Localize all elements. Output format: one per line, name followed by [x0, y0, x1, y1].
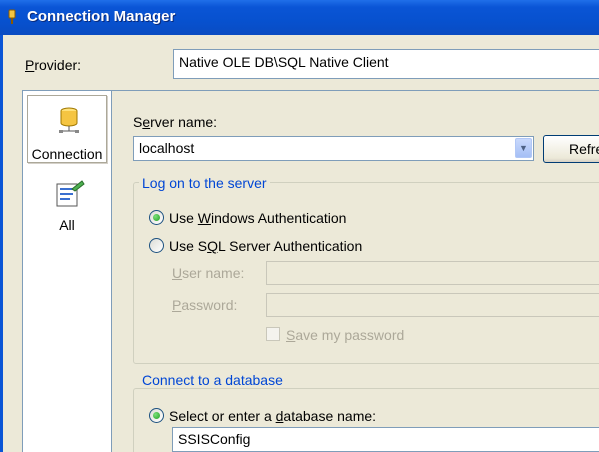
provider-label-rest: rovider: — [34, 57, 82, 73]
sql-auth-radio[interactable] — [149, 238, 164, 253]
logon-group-title: Log on to the server — [139, 175, 270, 191]
database-name-combo[interactable]: SSISConfig — [172, 427, 599, 452]
window-title: Connection Manager — [27, 8, 176, 25]
refresh-button[interactable]: Refre — [543, 135, 599, 163]
username-label: User name: — [172, 265, 245, 281]
sidebar-item-label: Connection — [31, 146, 103, 162]
windows-auth-radio[interactable] — [149, 210, 164, 225]
server-name-value: localhost — [139, 140, 195, 156]
select-database-radio[interactable] — [149, 408, 164, 423]
username-field[interactable] — [266, 261, 599, 285]
password-label: Password: — [172, 297, 238, 313]
connection-manager-icon — [6, 9, 18, 25]
sql-auth-label[interactable]: Use SQL Server Authentication — [169, 238, 362, 254]
database-cylinder-icon — [57, 106, 81, 139]
save-password-label[interactable]: Save my password — [286, 327, 404, 343]
refresh-button-label: Refre — [569, 141, 599, 157]
title-bar[interactable]: Connection Manager — [0, 0, 599, 35]
sidebar-item-all[interactable]: All — [27, 177, 107, 239]
sidebar-item-label: All — [59, 217, 75, 233]
server-name-combo[interactable]: localhost ▼ — [133, 136, 534, 161]
password-field[interactable] — [266, 293, 599, 317]
chevron-down-icon[interactable]: ▼ — [515, 138, 532, 158]
windows-auth-label[interactable]: Use Windows Authentication — [169, 210, 346, 226]
provider-label: Provider: — [25, 57, 82, 73]
provider-field[interactable]: Native OLE DB\SQL Native Client — [173, 49, 599, 79]
properties-list-icon — [54, 179, 86, 212]
select-database-label[interactable]: Select or enter a database name: — [169, 408, 376, 424]
sidebar-item-connection[interactable]: Connection — [27, 95, 107, 163]
server-name-label: Server name: — [133, 114, 218, 130]
save-password-checkbox[interactable] — [266, 327, 280, 341]
page-selector: Connection All — [22, 90, 112, 452]
database-group-title: Connect to a database — [139, 372, 286, 388]
